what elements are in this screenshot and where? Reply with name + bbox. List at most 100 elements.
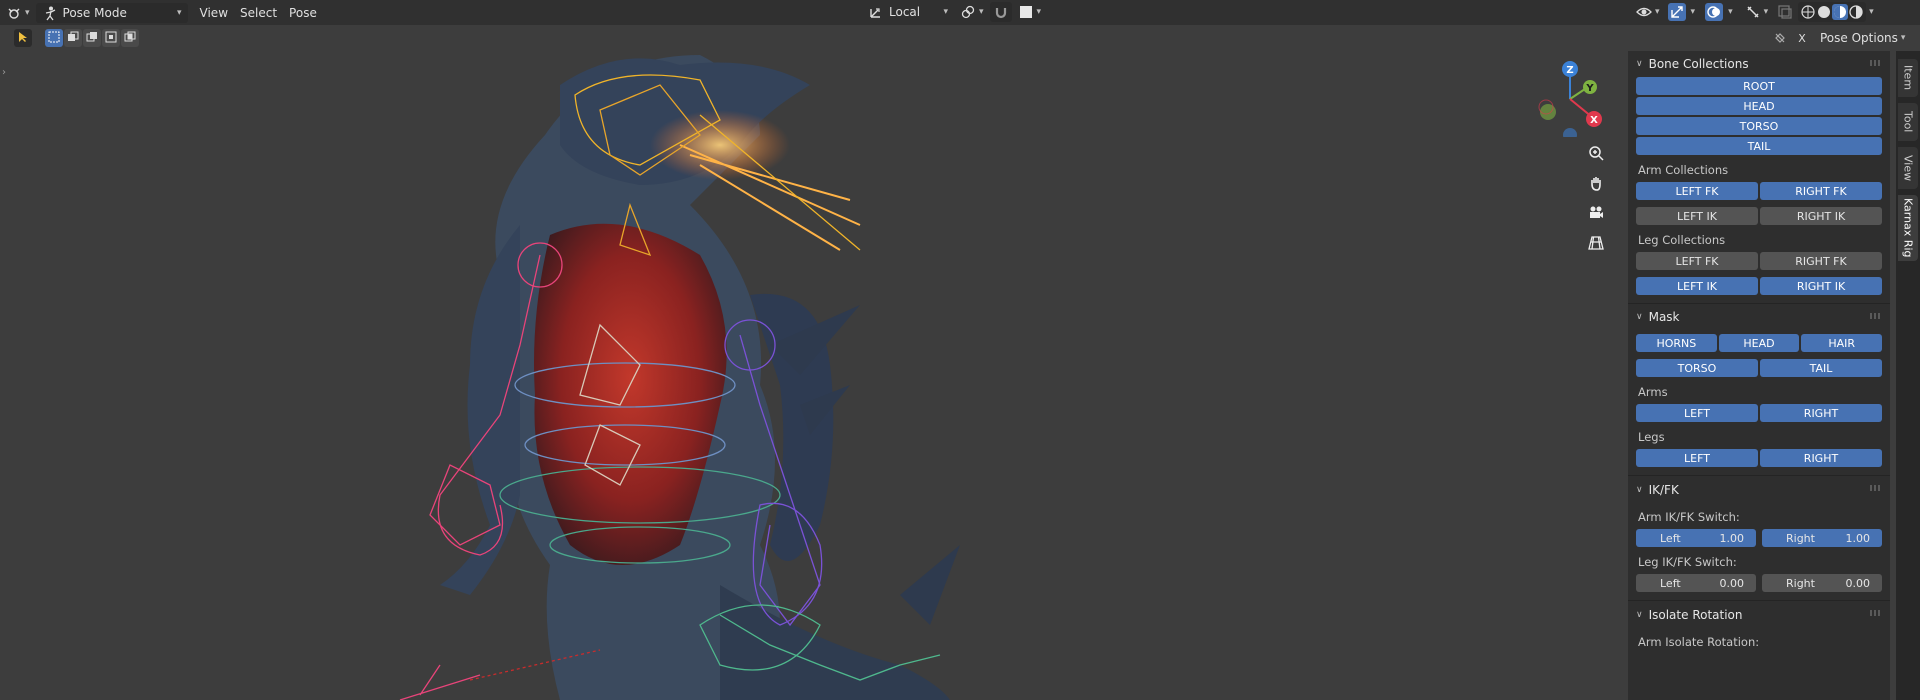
mask-leg-right-button[interactable]: RIGHT: [1760, 449, 1882, 467]
select-intersect-icon: [124, 31, 136, 46]
select-intersect-button[interactable]: [121, 29, 139, 47]
chevron-down-icon: ▾: [1763, 7, 1769, 17]
mask-torso-button[interactable]: TORSO: [1636, 359, 1758, 377]
mask-tail-button[interactable]: TAIL: [1760, 359, 1882, 377]
mask-leg-left-button[interactable]: LEFT: [1636, 449, 1758, 467]
isolate-rotation-panel-header[interactable]: ∨ Isolate Rotation: [1636, 601, 1882, 629]
collection-tail-button[interactable]: TAIL: [1636, 137, 1882, 155]
chevron-down-icon[interactable]: ▾: [1728, 7, 1733, 17]
menu-select[interactable]: Select: [234, 3, 283, 23]
leg-ikfk-right-slider[interactable]: Right 0.00: [1762, 574, 1882, 592]
chevron-down-icon: ▾: [1900, 33, 1906, 43]
leg-right-fk-button[interactable]: RIGHT FK: [1760, 252, 1882, 270]
mask-arm-left-button[interactable]: LEFT: [1636, 404, 1758, 422]
select-subtract-icon: [86, 31, 98, 46]
gizmo-toggle[interactable]: [1666, 2, 1688, 22]
arm-right-fk-button[interactable]: RIGHT FK: [1760, 182, 1882, 200]
snap-target-dropdown[interactable]: ▾: [1012, 2, 1048, 22]
transform-orientation-dropdown[interactable]: Local ▾: [862, 2, 954, 22]
arm-ikfk-switch-label: Arm IK/FK Switch:: [1638, 509, 1740, 524]
snap-toggle[interactable]: [989, 2, 1012, 22]
arm-collections-label: Arm Collections: [1638, 162, 1729, 177]
menu-view[interactable]: View: [194, 3, 234, 23]
bone-overlay-dropdown[interactable]: ▾: [1739, 2, 1775, 22]
arm-ikfk-left-slider[interactable]: Left 1.00: [1636, 529, 1756, 547]
visibility-dropdown[interactable]: ▾: [1630, 2, 1666, 22]
chevron-down-icon: ∨: [1636, 610, 1643, 620]
character-render: [399, 55, 960, 700]
xray-toggle[interactable]: [1774, 2, 1796, 22]
arm-ikfk-right-slider[interactable]: Right 1.00: [1762, 529, 1882, 547]
mask-panel-header[interactable]: ∨ Mask: [1636, 304, 1882, 330]
camera-icon: [1588, 205, 1604, 224]
mask-hair-button[interactable]: HAIR: [1801, 334, 1883, 352]
select-extend-button[interactable]: [64, 29, 82, 47]
active-tool-button[interactable]: [14, 29, 32, 47]
mask-legs-label: Legs: [1638, 429, 1665, 444]
chevron-down-icon[interactable]: ▾: [1691, 7, 1696, 17]
arm-right-ik-button[interactable]: RIGHT IK: [1760, 207, 1882, 225]
tab-item[interactable]: Item: [1898, 59, 1918, 97]
mode-dropdown[interactable]: Pose Mode ▾: [35, 2, 188, 23]
mask-arm-right-button[interactable]: RIGHT: [1760, 404, 1882, 422]
chevron-down-icon[interactable]: ▾: [1869, 7, 1874, 17]
drag-handle-icon[interactable]: [1870, 313, 1880, 319]
overlays-toggle[interactable]: [1703, 2, 1725, 22]
solid-shading-icon[interactable]: [1816, 4, 1832, 20]
bone-collections-panel-header[interactable]: ∨ Bone Collections: [1636, 51, 1882, 77]
select-invert-button[interactable]: [102, 29, 120, 47]
chevron-down-icon: ▾: [943, 7, 948, 17]
arm-left-ik-button[interactable]: LEFT IK: [1636, 207, 1758, 225]
square-icon: [1018, 4, 1034, 20]
gizmo-x-label: X: [1590, 115, 1598, 126]
viewport-header: ▾ Pose Mode ▾ View Select Pose Local ▾ ▾: [0, 0, 1920, 25]
rendered-shading-icon[interactable]: [1848, 4, 1864, 20]
tab-tool[interactable]: Tool: [1898, 103, 1918, 141]
chevron-down-icon: ▾: [25, 7, 30, 18]
drag-handle-icon[interactable]: [1870, 60, 1880, 66]
leg-left-fk-button[interactable]: LEFT FK: [1636, 252, 1758, 270]
camera-view-button[interactable]: [1585, 203, 1607, 225]
wireframe-shading-icon[interactable]: [1800, 4, 1816, 20]
orientation-label: Local: [889, 5, 921, 19]
hand-icon: [1588, 175, 1604, 194]
eye-icon: [1636, 4, 1652, 20]
pose-options-dropdown[interactable]: Pose Options ▾: [1816, 28, 1909, 48]
select-subtract-button[interactable]: [83, 29, 101, 47]
arm-isolate-rotation-label: Arm Isolate Rotation:: [1638, 634, 1760, 649]
mask-horns-button[interactable]: HORNS: [1636, 334, 1717, 352]
tab-karnax-rig[interactable]: Karnax Rig: [1898, 195, 1918, 261]
expand-toolbar-icon[interactable]: ›: [2, 67, 6, 78]
navigation-gizmo[interactable]: Z Y X: [1530, 57, 1610, 137]
chevron-down-icon: ▾: [979, 7, 984, 17]
menu-pose[interactable]: Pose: [283, 3, 323, 23]
pose-options-label: Pose Options: [1820, 31, 1898, 45]
gizmo-z-label: Z: [1566, 65, 1573, 76]
shading-modes: [1798, 2, 1867, 22]
pivot-point-dropdown[interactable]: ▾: [954, 2, 990, 22]
panel-title: IK/FK: [1648, 483, 1679, 497]
slider-name: Left: [1660, 576, 1681, 590]
gizmo-icon: [1667, 3, 1686, 21]
zoom-button[interactable]: [1585, 143, 1607, 165]
leg-ikfk-left-slider[interactable]: Left 0.00: [1636, 574, 1756, 592]
pan-button[interactable]: [1585, 173, 1607, 195]
arm-left-fk-button[interactable]: LEFT FK: [1636, 182, 1758, 200]
select-new-button[interactable]: [45, 29, 63, 47]
leg-right-ik-button[interactable]: RIGHT IK: [1760, 277, 1882, 295]
ikfk-panel-header[interactable]: ∨ IK/FK: [1636, 476, 1882, 504]
editor-type-selector[interactable]: ▾: [0, 3, 36, 23]
collection-head-button[interactable]: HEAD: [1636, 97, 1882, 115]
tab-view[interactable]: View: [1898, 147, 1918, 189]
drag-handle-icon[interactable]: [1870, 485, 1880, 491]
x-mirror-icon[interactable]: X: [1794, 30, 1810, 46]
perspective-toggle-button[interactable]: [1585, 233, 1607, 255]
3d-viewport[interactable]: › Z Y X: [0, 25, 1627, 700]
leg-left-ik-button[interactable]: LEFT IK: [1636, 277, 1758, 295]
material-shading-icon[interactable]: [1832, 4, 1849, 20]
drag-handle-icon[interactable]: [1870, 610, 1880, 616]
collection-root-button[interactable]: ROOT: [1636, 77, 1882, 95]
mask-head-button[interactable]: HEAD: [1718, 334, 1800, 352]
collection-torso-button[interactable]: TORSO: [1636, 117, 1882, 135]
pin-icon[interactable]: [1772, 30, 1788, 46]
